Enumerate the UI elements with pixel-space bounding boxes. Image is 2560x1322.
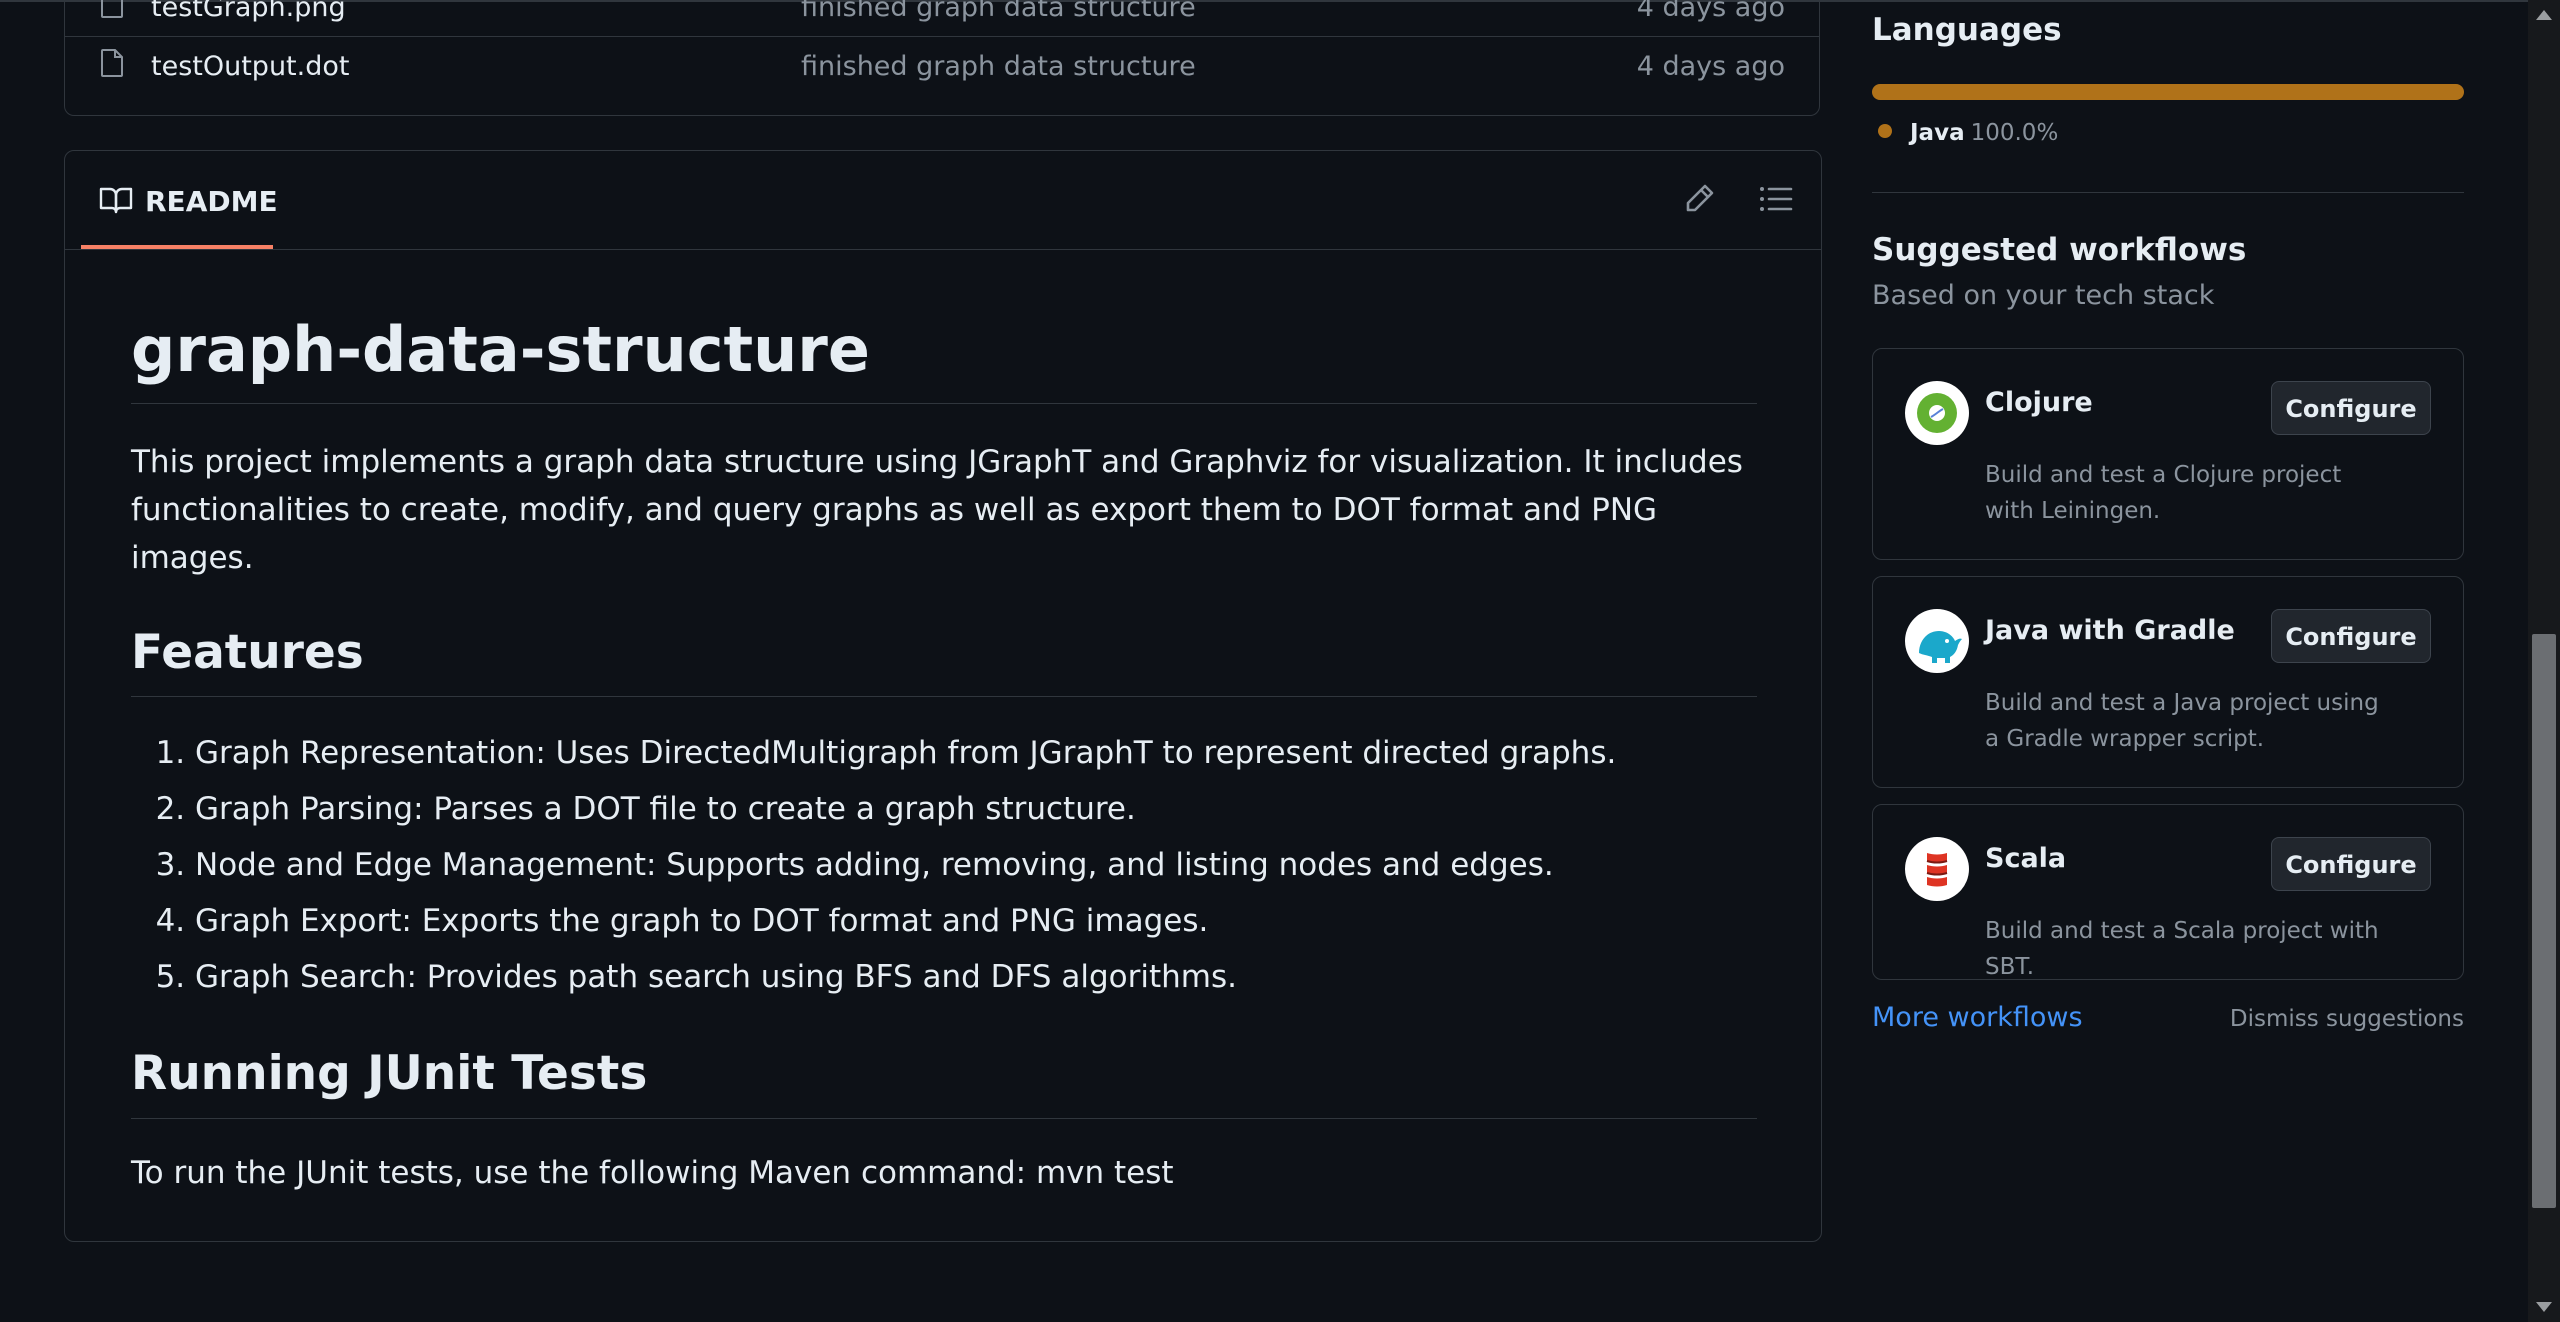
list-item: Graph Search: Provides path search using… [195, 949, 1757, 1005]
configure-button[interactable]: Configure [2271, 381, 2431, 435]
language-name: Java [1910, 120, 1965, 146]
gradle-elephant-icon [1905, 609, 1969, 673]
file-name-link[interactable]: testOutput.dot [151, 51, 349, 82]
commit-date: 4 days ago [1636, 0, 1785, 23]
list-item: Graph Representation: Uses DirectedMulti… [195, 725, 1757, 781]
list-item: Node and Edge Management: Supports addin… [195, 837, 1757, 893]
languages-heading: Languages [1872, 12, 2062, 48]
more-workflows-link[interactable]: More workflows [1872, 1002, 2083, 1033]
workflows-subheading: Based on your tech stack [1872, 280, 2215, 311]
readme-title: graph-data-structure [131, 311, 1757, 404]
workflow-name: Clojure [1985, 387, 2093, 418]
file-list: testGraph.png finished graph data struct… [64, 0, 1820, 116]
list-item: Graph Export: Exports the graph to DOT f… [195, 893, 1757, 949]
tests-heading: Running JUnit Tests [131, 1045, 1757, 1119]
configure-button[interactable]: Configure [2271, 609, 2431, 663]
file-icon [101, 0, 123, 18]
tab-readme[interactable]: README [81, 151, 278, 249]
readme-panel: README graph-data-structure This project… [64, 150, 1822, 1242]
language-bar [1872, 84, 2464, 100]
language-item[interactable]: Java 100.0% [1878, 120, 2058, 146]
features-list: Graph Representation: Uses DirectedMulti… [131, 725, 1757, 1005]
list-unordered-icon [1760, 187, 1793, 211]
clojure-logo-icon [1905, 381, 1969, 445]
workflow-description: Build and test a Java project using a Gr… [1985, 690, 2379, 752]
file-row[interactable]: testGraph.png finished graph data struct… [65, 0, 1819, 34]
workflow-name: Scala [1985, 843, 2067, 874]
dismiss-suggestions-button[interactable]: Dismiss suggestions [2230, 1006, 2464, 1032]
workflow-card-scala: Scala Configure Build and test a Scala p… [1872, 804, 2464, 980]
scroll-up-arrow-icon[interactable] [2536, 10, 2552, 20]
scrollbar-thumb[interactable] [2532, 634, 2556, 1208]
workflow-name: Java with Gradle [1985, 615, 2235, 646]
book-icon [99, 187, 133, 214]
repo-sidebar: Languages Java 100.0% Suggested workflows… [1872, 0, 2464, 1322]
readme-content: graph-data-structure This project implem… [131, 311, 1757, 1197]
scroll-down-arrow-icon[interactable] [2536, 1302, 2552, 1312]
outline-button[interactable] [1755, 179, 1795, 219]
divider [1872, 192, 2464, 193]
file-row[interactable]: testOutput.dot finished graph data struc… [65, 36, 1819, 93]
workflow-description: Build and test a Clojure project with Le… [1985, 462, 2342, 524]
workflows-heading: Suggested workflows [1872, 232, 2247, 268]
configure-button[interactable]: Configure [2271, 837, 2431, 891]
list-item: Graph Parsing: Parses a DOT file to crea… [195, 781, 1757, 837]
language-percent: 100.0% [1970, 120, 2059, 146]
readme-header: README [65, 151, 1821, 250]
readme-intro: This project implements a graph data str… [131, 443, 1743, 576]
workflow-card-clojure: Clojure Configure Build and test a Cloju… [1872, 348, 2464, 560]
pencil-icon [1686, 184, 1714, 212]
commit-message-link[interactable]: finished graph data structure [801, 0, 1196, 23]
edit-file-button[interactable] [1679, 179, 1719, 219]
file-name-link[interactable]: testGraph.png [151, 0, 346, 23]
readme-tab-label: README [145, 185, 278, 218]
tests-text: To run the JUnit tests, use the followin… [131, 1155, 1174, 1191]
commit-message-link[interactable]: finished graph data structure [801, 51, 1196, 82]
scala-logo-icon [1905, 837, 1969, 901]
file-icon [101, 49, 123, 77]
workflow-description: Build and test a Scala project with SBT. [1985, 918, 2379, 980]
language-color-dot [1878, 123, 1892, 138]
workflow-card-gradle: Java with Gradle Configure Build and tes… [1872, 576, 2464, 788]
features-heading: Features [131, 624, 1757, 698]
commit-date: 4 days ago [1636, 51, 1785, 82]
